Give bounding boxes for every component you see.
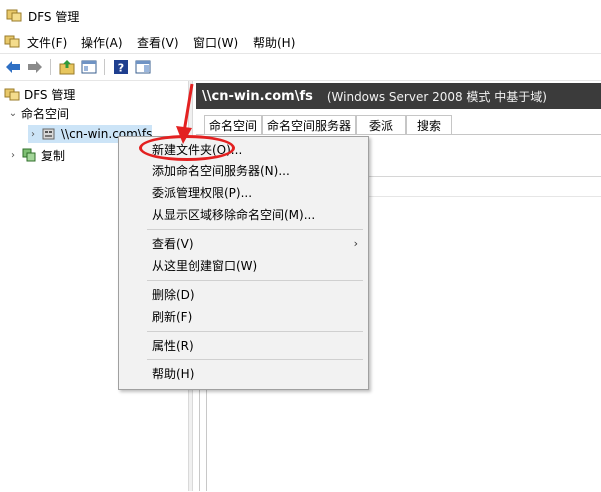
details-header: \\cn-win.com\fs (Windows Server 2008 模式 … xyxy=(196,83,601,109)
back-button[interactable] xyxy=(4,58,22,76)
help-icon: ? xyxy=(114,60,128,75)
menu-view-submenu[interactable]: 查看(V) › xyxy=(119,233,368,253)
forward-arrow-icon xyxy=(28,61,42,73)
menu-properties[interactable]: 属性(R) xyxy=(119,335,368,355)
toolbar-separator xyxy=(104,59,105,75)
replication-icon xyxy=(22,148,36,162)
menu-remove-from-display[interactable]: 从显示区域移除命名空间(M)... xyxy=(119,204,368,224)
panel-border xyxy=(206,385,207,491)
menu-item-label: 从显示区域移除命名空间(M)... xyxy=(152,207,316,222)
back-arrow-icon xyxy=(6,61,20,73)
panel-border xyxy=(199,385,200,491)
menu-refresh[interactable]: 刷新(F) xyxy=(119,306,368,326)
menu-add-namespace-server[interactable]: 添加命名空间服务器(N)... xyxy=(119,160,368,180)
show-hide-tree-icon xyxy=(81,60,97,74)
menu-item-label: 属性(R) xyxy=(152,338,194,353)
tree-item-label: DFS 管理 xyxy=(24,87,76,102)
namespace-mode: (Windows Server 2008 模式 中基于域) xyxy=(326,89,547,104)
toolbar-separator xyxy=(50,59,51,75)
menu-item-label: 添加命名空间服务器(N)... xyxy=(152,163,290,178)
menu-view[interactable]: 查看(V) xyxy=(137,34,179,51)
window-title: DFS 管理 xyxy=(28,10,80,24)
tree-item-replication[interactable]: › 复制 xyxy=(8,146,65,164)
toolbar: ? xyxy=(0,53,601,81)
menu-item-label: 删除(D) xyxy=(152,287,195,302)
up-folder-icon xyxy=(59,60,75,75)
tree-item-label: 复制 xyxy=(41,148,66,163)
tab-namespace-servers[interactable]: 命名空间服务器 xyxy=(262,115,356,134)
menu-file[interactable]: 文件(F) xyxy=(27,34,67,51)
menu-item-label: 查看(V) xyxy=(152,236,194,251)
menu-separator xyxy=(147,229,363,230)
menu-item-label: 从这里创建窗口(W) xyxy=(152,258,258,273)
chevron-down-icon[interactable]: ⌄ xyxy=(8,108,18,119)
menu-action[interactable]: 操作(A) xyxy=(81,34,123,51)
chevron-right-icon[interactable]: › xyxy=(28,129,38,140)
show-hide-tree-button[interactable] xyxy=(80,58,98,76)
tab-namespace[interactable]: 命名空间 xyxy=(204,115,262,134)
menu-item-label: 帮助(H) xyxy=(152,366,195,381)
menu-window[interactable]: 窗口(W) xyxy=(193,34,238,51)
menu-separator xyxy=(147,359,363,360)
dfs-console-icon[interactable] xyxy=(4,33,20,49)
menu-new-window-from-here[interactable]: 从这里创建窗口(W) xyxy=(119,255,368,275)
menu-delete[interactable]: 删除(D) xyxy=(119,284,368,304)
dfs-app-icon xyxy=(4,88,20,101)
action-pane-button[interactable] xyxy=(134,58,152,76)
menu-item-label: 委派管理权限(P)... xyxy=(152,185,253,200)
annotation-highlight-ellipse xyxy=(139,135,235,161)
dfs-app-icon xyxy=(6,9,22,22)
action-pane-icon xyxy=(135,60,151,74)
svg-text:?: ? xyxy=(118,62,124,75)
menu-separator xyxy=(147,331,363,332)
tree-item-dfs-root[interactable]: DFS 管理 xyxy=(4,85,75,103)
menu-bar: 文件(F) 操作(A) 查看(V) 窗口(W) 帮助(H) xyxy=(0,30,601,52)
menu-item-label: 刷新(F) xyxy=(152,309,193,324)
title-bar: DFS 管理 xyxy=(0,0,601,30)
tree-item-namespaces[interactable]: ⌄ 命名空间 xyxy=(8,104,69,122)
tree-item-label: 命名空间 xyxy=(21,106,70,121)
chevron-right-icon[interactable]: › xyxy=(8,150,18,161)
namespace-path: \\cn-win.com\fs xyxy=(202,88,313,104)
menu-help-item[interactable]: 帮助(H) xyxy=(119,363,368,383)
menu-delegate-permissions[interactable]: 委派管理权限(P)... xyxy=(119,182,368,202)
menu-separator xyxy=(147,280,363,281)
chevron-right-icon: › xyxy=(353,236,358,250)
context-menu: 新建文件夹(O)... 添加命名空间服务器(N)... 委派管理权限(P)...… xyxy=(118,136,369,390)
forward-button[interactable] xyxy=(26,58,44,76)
tab-strip: 命名空间 命名空间服务器 委派 搜索 xyxy=(196,112,601,134)
tab-delegation[interactable]: 委派 xyxy=(356,115,406,134)
tab-search[interactable]: 搜索 xyxy=(406,115,452,134)
menu-help[interactable]: 帮助(H) xyxy=(253,34,295,51)
namespace-icon xyxy=(42,128,55,140)
help-button[interactable]: ? xyxy=(112,58,130,76)
up-folder-button[interactable] xyxy=(58,58,76,76)
